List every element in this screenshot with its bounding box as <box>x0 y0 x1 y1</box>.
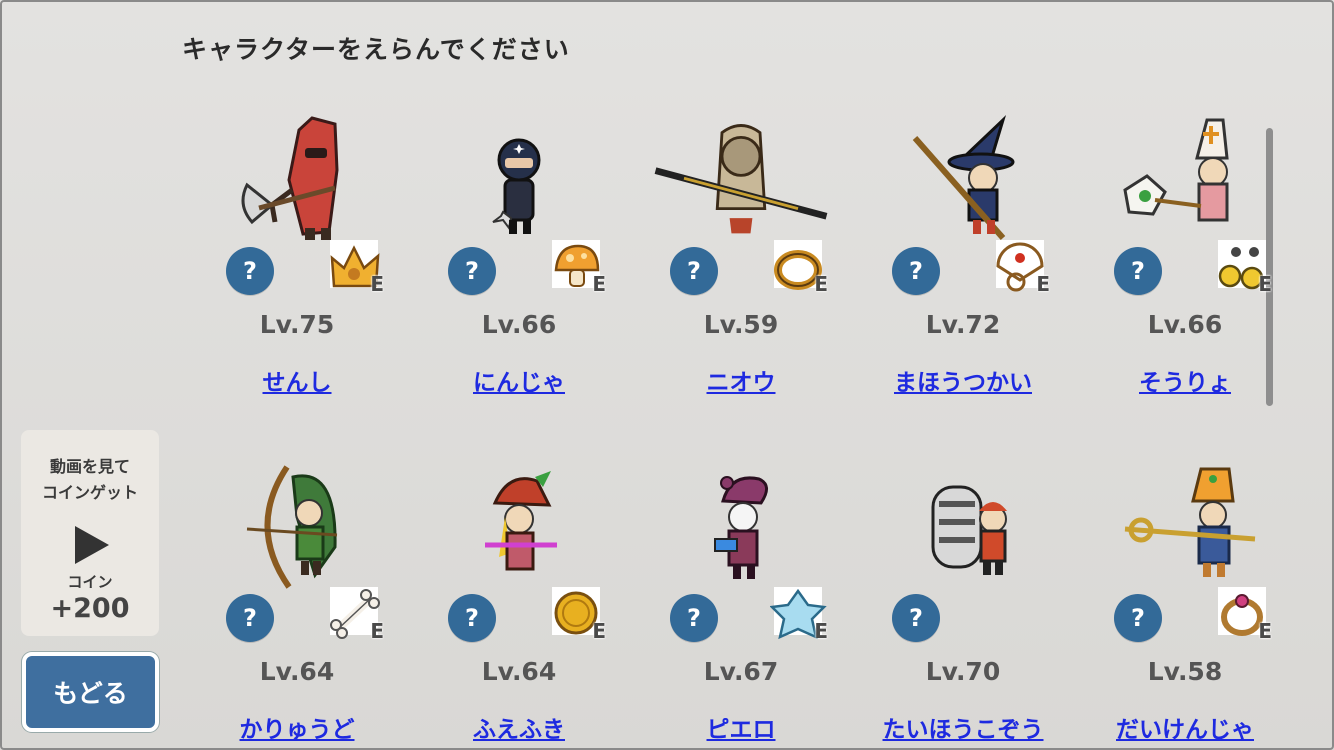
character-level: Lv.66 <box>481 310 557 339</box>
character-name-link[interactable]: ふえふき <box>408 710 630 744</box>
equipped-badge: E <box>370 619 384 643</box>
equip-slot[interactable]: E <box>326 587 386 643</box>
coin-label: コイン <box>67 573 113 591</box>
hunter-icon <box>246 465 338 589</box>
character-name-link[interactable]: そうりょ <box>1074 363 1296 397</box>
character-level: Lv.70 <box>925 657 1001 686</box>
back-button[interactable]: もどる <box>22 652 159 732</box>
info-button[interactable]: ? <box>448 247 496 295</box>
character-name-link[interactable]: せんし <box>186 363 408 397</box>
character-level: Lv.64 <box>481 657 557 686</box>
character-card-flutist[interactable]: ? E Lv.64 ふえふき <box>408 457 630 747</box>
info-button[interactable]: ? <box>892 247 940 295</box>
play-icon <box>75 526 109 564</box>
cannon-kid-icon <box>931 485 1007 575</box>
equip-slot[interactable]: E <box>1214 240 1274 296</box>
character-name-link[interactable]: ピエロ <box>630 710 852 744</box>
info-button[interactable]: ? <box>670 247 718 295</box>
character-card-warrior[interactable]: ? E Lv.75 せんし <box>186 110 408 400</box>
equip-slot[interactable]: E <box>770 240 830 296</box>
character-card-hunter[interactable]: ? E Lv.64 かりゅうど <box>186 457 408 747</box>
info-button[interactable]: ? <box>1114 247 1162 295</box>
equipped-badge: E <box>1036 272 1050 296</box>
sage-icon <box>1124 467 1256 577</box>
character-card-ninja[interactable]: ? E Lv.66 にんじゃ <box>408 110 630 400</box>
character-card-cannon-kid[interactable]: ? Lv.70 たいほうこぞう <box>852 457 1074 747</box>
priest-icon <box>1123 118 1229 222</box>
character-name-link[interactable]: だいけんじゃ <box>1074 710 1296 744</box>
character-level: Lv.75 <box>259 310 335 339</box>
character-name-link[interactable]: ニオウ <box>630 363 852 397</box>
watch-video-text: 動画を見て コインゲット <box>41 457 138 502</box>
info-button[interactable]: ? <box>226 594 274 642</box>
character-level: Lv.59 <box>703 310 779 339</box>
equipped-badge: E <box>814 619 828 643</box>
equip-slot[interactable]: E <box>992 240 1052 296</box>
character-level: Lv.72 <box>925 310 1001 339</box>
character-level: Lv.64 <box>259 657 335 686</box>
equip-slot[interactable]: E <box>548 240 608 296</box>
info-button[interactable]: ? <box>226 247 274 295</box>
character-name-link[interactable]: かりゅうど <box>186 710 408 744</box>
character-name-link[interactable]: まほうつかい <box>852 363 1074 397</box>
character-card-wizard[interactable]: ? E Lv.72 まほうつかい <box>852 110 1074 400</box>
character-card-clown[interactable]: ? E Lv.67 ピエロ <box>630 457 852 747</box>
equip-slot[interactable]: E <box>326 240 386 296</box>
character-card-nio[interactable]: ? E Lv.59 ニオウ <box>630 110 852 400</box>
info-button[interactable]: ? <box>448 594 496 642</box>
nio-icon <box>654 124 828 234</box>
warrior-icon <box>241 116 339 240</box>
equip-slot[interactable]: E <box>1214 587 1274 643</box>
coin-amount: +200 <box>50 593 130 624</box>
character-level: Lv.58 <box>1147 657 1223 686</box>
page-title: キャラクターをえらんでください <box>182 35 570 64</box>
character-name-link[interactable]: にんじゃ <box>408 363 630 397</box>
equipped-badge: E <box>370 272 384 296</box>
character-name-link[interactable]: たいほうこぞう <box>852 710 1074 744</box>
character-level: Lv.67 <box>703 657 779 686</box>
character-card-sage[interactable]: ? E Lv.58 だいけんじゃ <box>1074 457 1296 747</box>
watch-video-coin-button[interactable]: 動画を見て コインゲット コイン +200 <box>21 430 159 636</box>
ninja-icon <box>492 138 541 234</box>
equipped-badge: E <box>814 272 828 296</box>
equip-slot[interactable]: E <box>770 587 830 643</box>
info-button[interactable]: ? <box>892 594 940 642</box>
character-card-priest[interactable]: ? E Lv.66 そうりょ <box>1074 110 1296 400</box>
equipped-badge: E <box>1258 272 1272 296</box>
wizard-icon <box>912 115 1015 240</box>
equipped-badge: E <box>1258 619 1272 643</box>
equip-slot[interactable]: E <box>548 587 608 643</box>
flutist-icon <box>485 471 557 571</box>
info-button[interactable]: ? <box>670 594 718 642</box>
info-button[interactable]: ? <box>1114 594 1162 642</box>
equipped-badge: E <box>592 619 606 643</box>
clown-icon <box>714 476 768 579</box>
character-level: Lv.66 <box>1147 310 1223 339</box>
equipped-badge: E <box>592 272 606 296</box>
